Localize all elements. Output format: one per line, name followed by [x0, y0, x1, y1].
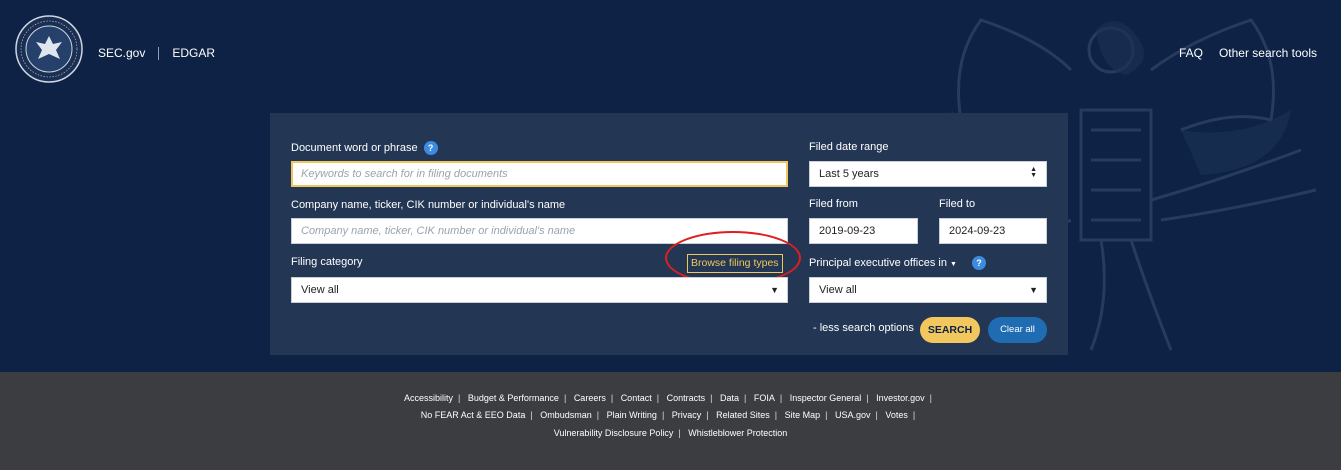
updown-icon: ▲ ▼ [1030, 166, 1037, 179]
date-range-value: Last 5 years [819, 168, 879, 180]
footer-link[interactable]: Votes [885, 410, 908, 420]
footer-link[interactable]: Inspector General [790, 393, 862, 403]
footer-link[interactable]: Vulnerability Disclosure Policy [554, 428, 674, 438]
footer-link[interactable]: Data [720, 393, 739, 403]
document-label: Document word or phrase? [291, 141, 438, 155]
location-value: View all [819, 284, 857, 296]
footer-link[interactable]: No FEAR Act & EEO Data [421, 410, 526, 420]
location-label[interactable]: Principal executive offices in ▼ ? [809, 256, 987, 270]
date-range-label: Filed date range [809, 141, 889, 153]
footer-link[interactable]: Contact [621, 393, 652, 403]
footer-link[interactable]: Careers [574, 393, 606, 403]
browse-filing-types-link[interactable]: Browse filing types [687, 254, 783, 273]
help-icon[interactable]: ? [972, 256, 987, 270]
nav-link-other-search-tools[interactable]: Other search tools [1219, 46, 1317, 60]
nav-link-faq[interactable]: FAQ [1179, 46, 1203, 60]
clear-all-button[interactable]: Clear all [988, 317, 1047, 343]
footer-link[interactable]: Related Sites [716, 410, 770, 420]
footer-link[interactable]: Plain Writing [607, 410, 657, 420]
footer-row-3: Vulnerability Disclosure Policy | Whistle… [553, 428, 788, 438]
filing-category-value: View all [301, 284, 339, 296]
document-label-text: Document word or phrase [291, 141, 418, 154]
footer-row-1: Accessibility | Budget & Performance | Car… [404, 393, 932, 403]
date-range-select[interactable]: Last 5 years ▲ ▼ [809, 161, 1047, 187]
filed-to-label: Filed to [939, 198, 976, 210]
footer-link[interactable]: Budget & Performance [468, 393, 559, 403]
chevron-down-icon: ▼ [1029, 285, 1038, 295]
search-button[interactable]: SEARCH [920, 317, 980, 343]
filing-category-label: Filing category [291, 256, 363, 268]
footer-link[interactable]: Contracts [667, 393, 706, 403]
search-panel: Document word or phrase? Keywords to sea… [270, 113, 1068, 355]
company-label: Company name, ticker, CIK number or indi… [291, 199, 566, 211]
filed-from-input[interactable]: 2019-09-23 [809, 218, 918, 244]
nav-divider [158, 46, 160, 60]
chevron-down-icon: ▼ [770, 285, 779, 295]
footer-link[interactable]: Ombudsman [540, 410, 592, 420]
filed-to-input[interactable]: 2024-09-23 [939, 218, 1047, 244]
footer-link[interactable]: Investor.gov [876, 393, 925, 403]
less-search-options-link[interactable]: - less search options [813, 322, 914, 334]
location-label-text: Principal executive offices in [809, 256, 947, 269]
filed-from-label: Filed from [809, 198, 858, 210]
footer-row-2: No FEAR Act & EEO Data | Ombudsman | Plain… [420, 410, 916, 420]
nav-right: FAQ Other search tools [1179, 46, 1317, 60]
nav-link-edgar[interactable]: EDGAR [172, 46, 215, 60]
document-search-input[interactable]: Keywords to search for in filing documen… [291, 161, 788, 187]
footer-link[interactable]: Accessibility [404, 393, 453, 403]
nav-left: SEC.gov EDGAR [98, 46, 215, 60]
footer-link[interactable]: Privacy [672, 410, 702, 420]
footer: Accessibility | Budget & Performance | Car… [0, 372, 1341, 470]
footer-link[interactable]: USA.gov [835, 410, 871, 420]
footer-link[interactable]: FOIA [754, 393, 775, 403]
top-navigation: SEC.gov EDGAR FAQ Other search tools [0, 0, 1341, 110]
sec-seal-icon[interactable] [14, 14, 84, 84]
footer-link[interactable]: Whistleblower Protection [688, 428, 787, 438]
hero-section: SEC.gov EDGAR FAQ Other search tools Doc… [0, 0, 1341, 372]
caret-down-icon: ▼ [950, 260, 957, 268]
help-icon[interactable]: ? [423, 141, 438, 155]
location-select[interactable]: View all ▼ [809, 277, 1047, 303]
filing-category-select[interactable]: View all ▼ [291, 277, 788, 303]
nav-link-sec-gov[interactable]: SEC.gov [98, 46, 145, 60]
footer-link[interactable]: Site Map [785, 410, 821, 420]
